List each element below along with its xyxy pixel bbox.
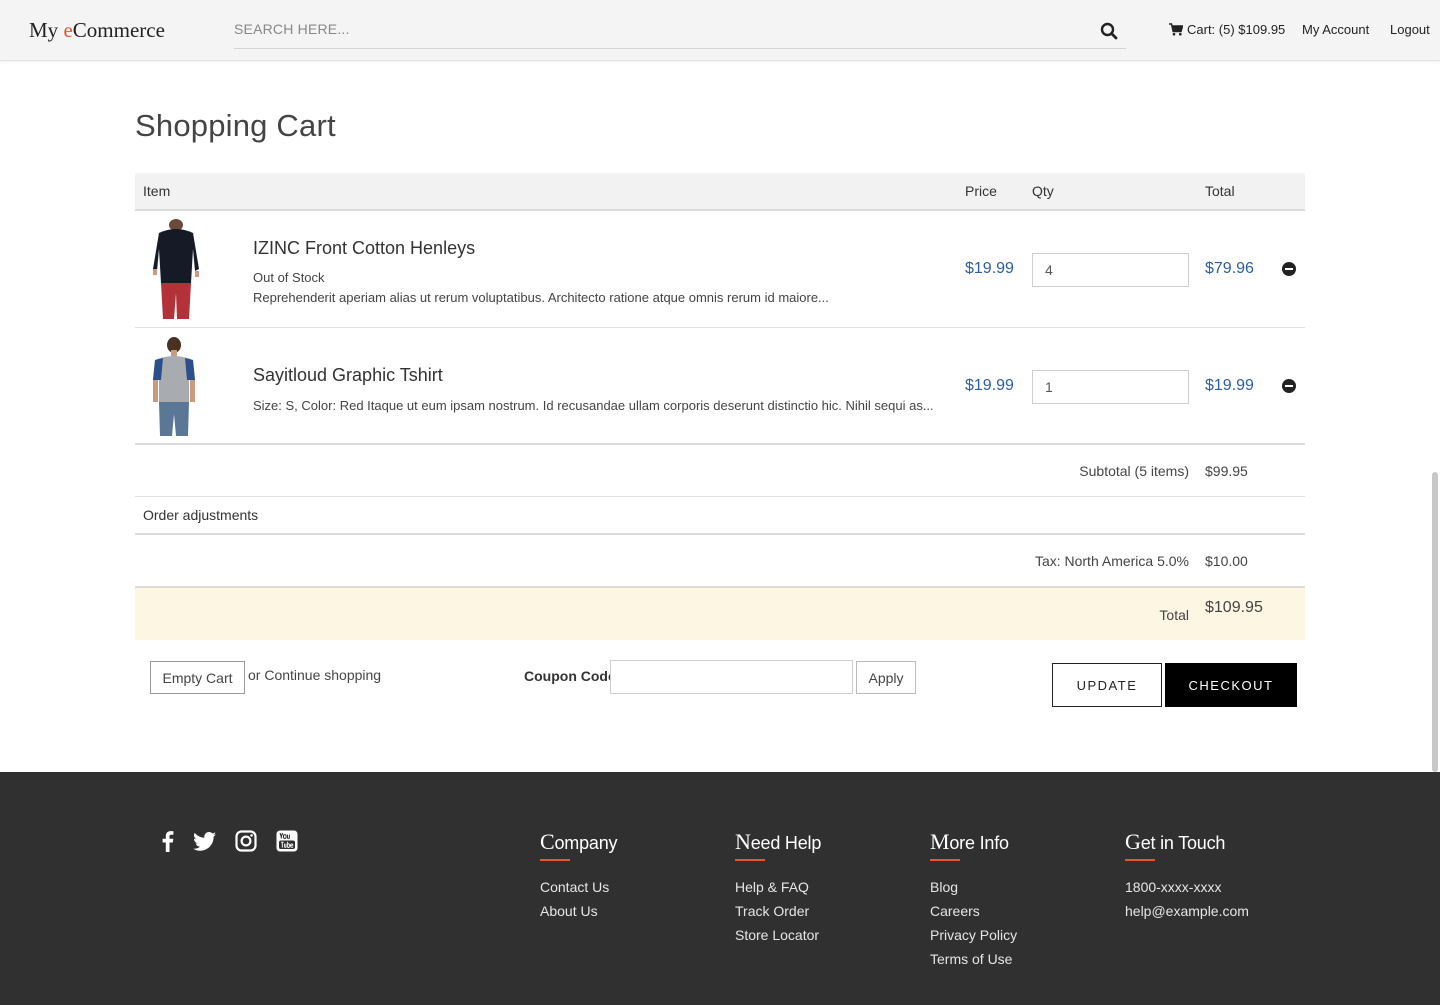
subtotal-row: Subtotal (5 items) $99.95 — [135, 445, 1305, 497]
site-logo[interactable]: My eCommerce — [29, 18, 165, 43]
footer-link-terms-of-use[interactable]: Terms of Use — [930, 947, 1017, 971]
stock-status: Out of Stock — [253, 270, 325, 285]
search-bar — [234, 14, 1126, 49]
search-icon[interactable] — [1100, 22, 1118, 40]
product-name[interactable]: IZINC Front Cotton Henleys — [253, 238, 475, 259]
logo-accent: e — [63, 18, 73, 42]
heading-underline — [930, 859, 960, 861]
order-total-row: Total $109.95 — [135, 588, 1305, 640]
my-account-link[interactable]: My Account — [1302, 22, 1369, 37]
logo-suffix: Commerce — [72, 18, 165, 42]
footer-link-careers[interactable]: Careers — [930, 899, 1017, 923]
heading-cap: G — [1125, 829, 1141, 854]
footer-heading-need-help: Need Help — [735, 829, 821, 859]
unit-price: $19.99 — [965, 377, 1014, 394]
footer-heading-company: Company — [540, 829, 618, 859]
heading-rest: et in Touch — [1140, 833, 1226, 853]
footer-phone[interactable]: 1800-xxxx-xxxx — [1125, 875, 1249, 899]
logout-link[interactable]: Logout — [1390, 22, 1430, 37]
footer-heading-get-in-touch: Get in Touch — [1125, 829, 1249, 859]
footer-link-privacy-policy[interactable]: Privacy Policy — [930, 923, 1017, 947]
footer-column-company: Company Contact Us About Us — [540, 829, 618, 923]
product-image-henley[interactable] — [143, 219, 205, 319]
product-description: Size: S, Color: Red Itaque ut eum ipsam … — [253, 398, 934, 413]
cart-row: Sayitloud Graphic Tshirt Size: S, Color:… — [135, 328, 1305, 445]
continue-shopping-link[interactable]: or Continue shopping — [248, 667, 381, 683]
site-footer: Company Contact Us About Us Need Help He… — [0, 772, 1440, 1005]
heading-rest: ore Info — [949, 833, 1009, 853]
coupon-code-label: Coupon Code — [524, 668, 616, 684]
header-item: Item — [143, 183, 171, 199]
twitter-icon[interactable] — [193, 829, 217, 853]
instagram-icon[interactable] — [234, 829, 258, 853]
tax-value: $10.00 — [1205, 553, 1248, 569]
line-total: $19.99 — [1205, 377, 1254, 394]
remove-item-icon[interactable] — [1282, 379, 1296, 393]
page-title: Shopping Cart — [135, 108, 336, 143]
cart-icon — [1169, 23, 1183, 36]
product-image-tshirt[interactable] — [143, 336, 205, 436]
footer-column-more-info: More Info Blog Careers Privacy Policy Te… — [930, 829, 1017, 971]
table-header: Item Price Qty Total — [135, 173, 1305, 211]
cart-row: IZINC Front Cotton Henleys Out of Stock … — [135, 211, 1305, 328]
footer-heading-more-info: More Info — [930, 829, 1017, 859]
product-description: Reprehenderit aperiam alias ut rerum vol… — [253, 290, 829, 305]
empty-cart-button[interactable]: Empty Cart — [150, 661, 245, 694]
footer-link-store-locator[interactable]: Store Locator — [735, 923, 821, 947]
header-total: Total — [1205, 183, 1235, 199]
footer-link-help-faq[interactable]: Help & FAQ — [735, 875, 821, 899]
header-qty: Qty — [1032, 183, 1054, 199]
quantity-input[interactable] — [1032, 370, 1189, 404]
footer-link-blog[interactable]: Blog — [930, 875, 1017, 899]
product-name[interactable]: Sayitloud Graphic Tshirt — [253, 365, 443, 386]
heading-cap: C — [540, 829, 555, 854]
heading-cap: M — [930, 829, 950, 854]
header-price: Price — [965, 183, 997, 199]
remove-item-icon[interactable] — [1282, 262, 1296, 276]
cart-actions: Empty Cart or Continue shopping Coupon C… — [150, 660, 1300, 710]
unit-price: $19.99 — [965, 260, 1014, 277]
order-adjustments-row: Order adjustments — [135, 497, 1305, 535]
update-cart-button[interactable]: UPDATE — [1052, 663, 1162, 707]
heading-underline — [540, 859, 570, 861]
heading-cap: N — [735, 829, 751, 854]
subtotal-label: Subtotal (5 items) — [1079, 463, 1189, 479]
footer-column-need-help: Need Help Help & FAQ Track Order Store L… — [735, 829, 821, 947]
cart-link[interactable]: Cart: (5) $109.95 — [1169, 22, 1285, 37]
logo-prefix: My — [29, 18, 64, 42]
heading-underline — [1125, 859, 1155, 861]
order-adjustments-label: Order adjustments — [143, 507, 259, 523]
total-value: $109.95 — [1205, 599, 1263, 616]
search-input[interactable] — [234, 14, 1084, 44]
facebook-icon[interactable] — [156, 829, 180, 853]
checkout-button[interactable]: CHECKOUT — [1165, 663, 1297, 707]
cart-label: Cart: (5) $109.95 — [1187, 22, 1286, 37]
youtube-icon[interactable] — [275, 829, 299, 853]
tax-row: Tax: North America 5.0% $10.00 — [135, 535, 1305, 588]
heading-underline — [735, 859, 765, 861]
site-header: My eCommerce Cart: (5) $109.95 My Accoun… — [0, 0, 1440, 61]
footer-email[interactable]: help@example.com — [1125, 899, 1249, 923]
footer-column-get-in-touch: Get in Touch 1800-xxxx-xxxx help@example… — [1125, 829, 1249, 923]
apply-coupon-button[interactable]: Apply — [856, 661, 916, 694]
footer-link-track-order[interactable]: Track Order — [735, 899, 821, 923]
subtotal-value: $99.95 — [1205, 463, 1248, 479]
heading-rest: ompany — [554, 833, 618, 853]
footer-link-about-us[interactable]: About Us — [540, 899, 617, 923]
tax-label: Tax: North America 5.0% — [1034, 553, 1189, 569]
page-scrollbar[interactable] — [1432, 472, 1438, 772]
heading-rest: eed Help — [750, 833, 822, 853]
total-label: Total — [1159, 607, 1189, 623]
line-total: $79.96 — [1205, 260, 1254, 277]
quantity-input[interactable] — [1032, 253, 1189, 287]
coupon-code-input[interactable] — [610, 660, 853, 694]
footer-link-contact-us[interactable]: Contact Us — [540, 875, 617, 899]
